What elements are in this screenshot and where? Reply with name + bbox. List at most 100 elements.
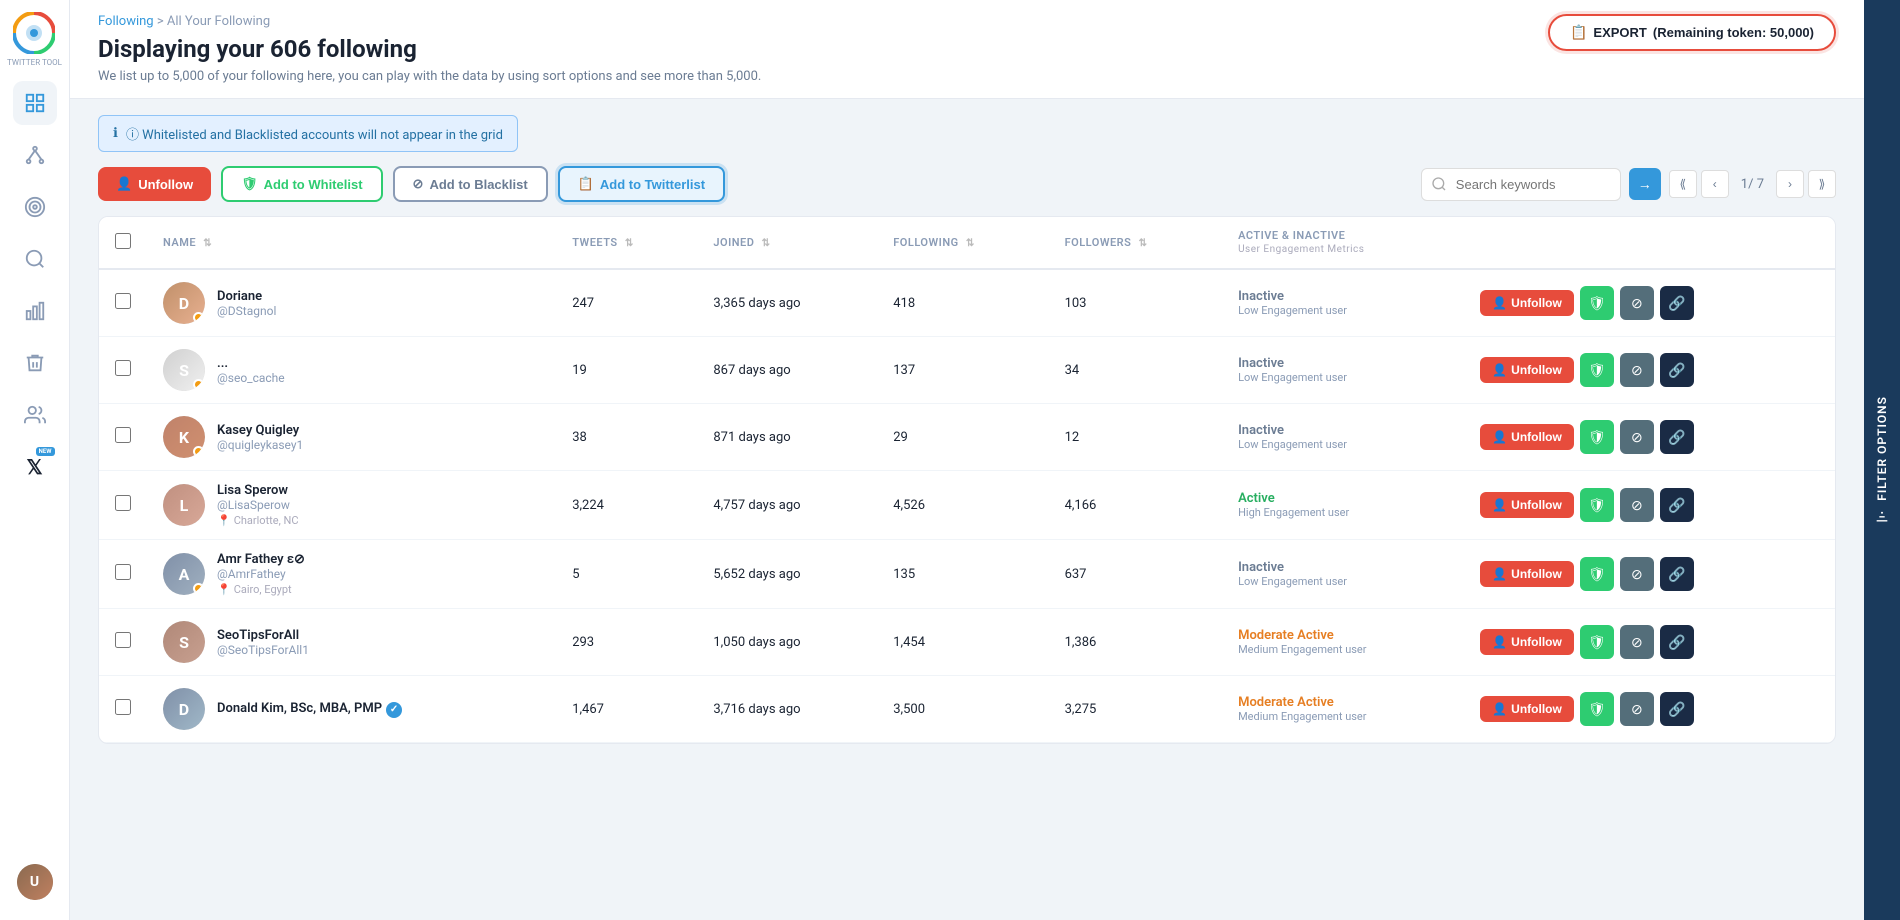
following-count: 135 — [893, 567, 915, 582]
breadcrumb-parent[interactable]: Following — [98, 14, 154, 29]
th-name[interactable]: NAME ⇅ — [147, 217, 556, 269]
th-followers[interactable]: FOLLOWERS ⇅ — [1049, 217, 1223, 269]
export-button[interactable]: 📋 EXPORT (Remaining token: 50,000) — [1548, 14, 1836, 51]
row-unfollow-icon: 👤 — [1492, 363, 1507, 377]
sidebar-item-analytics[interactable] — [13, 289, 57, 333]
twitterlist-icon: 📋 — [578, 176, 594, 192]
joined-cell: 871 days ago — [697, 404, 877, 471]
sidebar-item-trash[interactable] — [13, 341, 57, 385]
row-whitelist-button[interactable]: 🛡 — [1580, 353, 1614, 387]
row-profile-link-button[interactable]: 🔗 — [1660, 625, 1694, 659]
whitelist-icon: 🛡 — [241, 176, 258, 192]
pagination: ⟪ ‹ 1/ 7 › ⟫ — [1669, 170, 1836, 198]
sidebar-item-users[interactable] — [13, 393, 57, 437]
row-checkbox[interactable] — [115, 632, 131, 648]
row-whitelist-button[interactable]: 🛡 — [1580, 488, 1614, 522]
sidebar-item-dashboard[interactable] — [13, 81, 57, 125]
tweets-cell: 19 — [556, 337, 697, 404]
followers-cell: 1,386 — [1049, 609, 1223, 676]
engagement-cell: Inactive Low Engagement user — [1222, 269, 1464, 337]
row-checkbox[interactable] — [115, 699, 131, 715]
row-blacklist-button[interactable]: ⊘ — [1620, 692, 1654, 726]
followers-sort-icon: ⇅ — [1139, 238, 1148, 249]
engagement-label: Low Engagement user — [1238, 575, 1448, 588]
row-action-buttons: 👤 Unfollow 🛡 ⊘ 🔗 — [1480, 692, 1819, 726]
info-icon: ℹ — [113, 126, 118, 141]
row-checkbox[interactable] — [115, 495, 131, 511]
row-checkbox[interactable] — [115, 564, 131, 580]
tweet-count: 247 — [572, 296, 594, 311]
blacklist-button[interactable]: ⊘ Add to Blacklist — [393, 166, 548, 202]
engagement-cell: Inactive Low Engagement user — [1222, 337, 1464, 404]
row-unfollow-button[interactable]: 👤 Unfollow — [1480, 492, 1574, 518]
row-unfollow-button[interactable]: 👤 Unfollow — [1480, 561, 1574, 587]
th-following[interactable]: FOLLOWING ⇅ — [877, 217, 1048, 269]
user-cell: D Doriane @DStagnol — [147, 269, 556, 337]
page-first-button[interactable]: ⟪ — [1669, 170, 1697, 198]
row-whitelist-button[interactable]: 🛡 — [1580, 692, 1614, 726]
row-profile-link-button[interactable]: 🔗 — [1660, 353, 1694, 387]
tweet-count: 38 — [572, 430, 587, 445]
user-avatar[interactable]: U — [17, 864, 53, 900]
row-whitelist-button[interactable]: 🛡 — [1580, 286, 1614, 320]
row-blacklist-button[interactable]: ⊘ — [1620, 557, 1654, 591]
search-go-button[interactable]: → — [1629, 168, 1661, 200]
actions-cell: 👤 Unfollow 🛡 ⊘ 🔗 — [1464, 269, 1835, 337]
row-whitelist-button[interactable]: 🛡 — [1580, 625, 1614, 659]
row-unfollow-button[interactable]: 👤 Unfollow — [1480, 290, 1574, 316]
page-next-button[interactable]: › — [1776, 170, 1804, 198]
sidebar-item-network[interactable] — [13, 133, 57, 177]
filter-options-panel[interactable]: FILTER OPTIONS — [1864, 0, 1900, 920]
row-blacklist-button[interactable]: ⊘ — [1620, 625, 1654, 659]
joined-days: 4,757 days ago — [713, 498, 800, 513]
row-action-buttons: 👤 Unfollow 🛡 ⊘ 🔗 — [1480, 488, 1819, 522]
row-unfollow-button[interactable]: 👤 Unfollow — [1480, 424, 1574, 450]
followers-cell: 3,275 — [1049, 676, 1223, 743]
row-unfollow-label: Unfollow — [1511, 635, 1562, 649]
row-blacklist-button[interactable]: ⊘ — [1620, 420, 1654, 454]
row-action-buttons: 👤 Unfollow 🛡 ⊘ 🔗 — [1480, 420, 1819, 454]
row-blacklist-button[interactable]: ⊘ — [1620, 353, 1654, 387]
row-whitelist-button[interactable]: 🛡 — [1580, 420, 1614, 454]
row-whitelist-button[interactable]: 🛡 — [1580, 557, 1614, 591]
sidebar-item-search[interactable] — [13, 237, 57, 281]
row-profile-link-button[interactable]: 🔗 — [1660, 692, 1694, 726]
page-last-button[interactable]: ⟫ — [1808, 170, 1836, 198]
unfollow-icon: 👤 — [116, 176, 132, 192]
engagement-label: Low Engagement user — [1238, 304, 1448, 317]
row-unfollow-button[interactable]: 👤 Unfollow — [1480, 629, 1574, 655]
row-profile-link-button[interactable]: 🔗 — [1660, 488, 1694, 522]
row-blacklist-button[interactable]: ⊘ — [1620, 286, 1654, 320]
search-input[interactable] — [1421, 168, 1621, 201]
verified-badge: ✓ — [386, 702, 402, 718]
row-checkbox[interactable] — [115, 427, 131, 443]
engagement-cell: Active High Engagement user — [1222, 471, 1464, 540]
row-checkbox[interactable] — [115, 293, 131, 309]
row-blacklist-button[interactable]: ⊘ — [1620, 488, 1654, 522]
row-unfollow-label: Unfollow — [1511, 296, 1562, 310]
tweets-cell: 38 — [556, 404, 697, 471]
row-profile-link-button[interactable]: 🔗 — [1660, 420, 1694, 454]
select-all-checkbox[interactable] — [115, 233, 131, 249]
tweet-count: 3,224 — [572, 498, 604, 513]
table-row: S SeoTipsForAll @SeoTipsForAll1 293 1,05… — [99, 609, 1835, 676]
sidebar-item-target[interactable] — [13, 185, 57, 229]
following-cell: 1,454 — [877, 609, 1048, 676]
th-tweets[interactable]: TWEETS ⇅ — [556, 217, 697, 269]
row-unfollow-button[interactable]: 👤 Unfollow — [1480, 357, 1574, 383]
sidebar-item-twitter-x[interactable]: 𝕏 NEW — [13, 445, 57, 489]
row-checkbox[interactable] — [115, 360, 131, 376]
unfollow-button[interactable]: 👤 Unfollow — [98, 167, 211, 201]
row-profile-link-button[interactable]: 🔗 — [1660, 557, 1694, 591]
following-cell: 29 — [877, 404, 1048, 471]
row-profile-link-button[interactable]: 🔗 — [1660, 286, 1694, 320]
export-token: (Remaining token: 50,000) — [1653, 25, 1814, 40]
th-checkbox — [99, 217, 147, 269]
user-name: Doriane — [217, 289, 276, 304]
th-joined[interactable]: JOINED ⇅ — [697, 217, 877, 269]
page-prev-button[interactable]: ‹ — [1701, 170, 1729, 198]
whitelist-button[interactable]: 🛡 Add to Whitelist — [221, 166, 382, 202]
twitterlist-button[interactable]: 📋 Add to Twitterlist — [558, 166, 725, 202]
row-unfollow-button[interactable]: 👤 Unfollow — [1480, 696, 1574, 722]
user-cell: K Kasey Quigley @quigleykasey1 — [147, 404, 556, 471]
